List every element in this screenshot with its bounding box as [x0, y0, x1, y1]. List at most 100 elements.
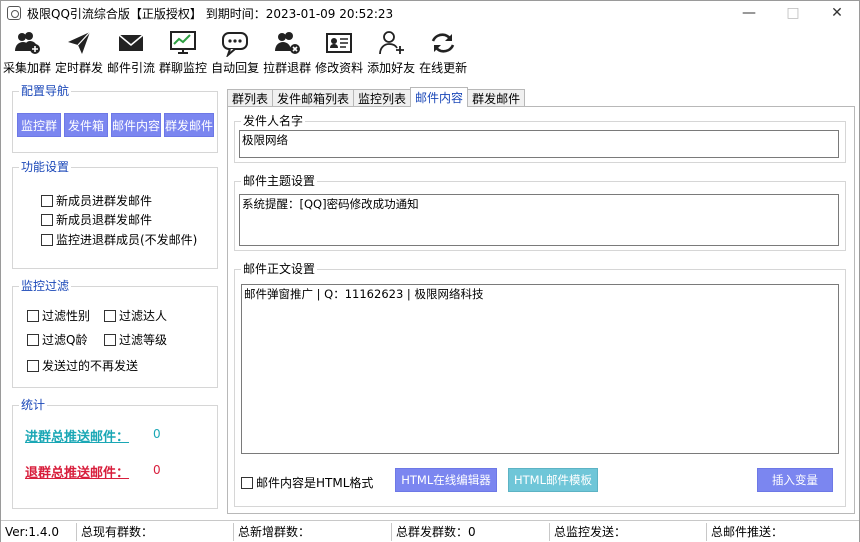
nav-outbox-button[interactable]: 发件箱 [64, 113, 108, 137]
paper-plane-icon [68, 31, 91, 54]
mail-content-panel: 发件人名字 极限网络 邮件主题设置 系统提醒：[QQ]密码修改成功通知 邮件正文… [227, 106, 855, 514]
monitor-members-checkbox[interactable]: 监控进退群成员(不发邮件) [41, 231, 197, 248]
toolbar-mail-drainage-button[interactable]: 邮件引流 [105, 27, 157, 77]
minimize-button[interactable]: — [727, 1, 771, 25]
toolbar-online-update-button[interactable]: 在线更新 [417, 27, 469, 77]
toolbar-label: 添加好友 [367, 61, 416, 75]
group-title: 邮件正文设置 [241, 262, 318, 276]
nav-group-mail-button[interactable]: 群发邮件 [164, 113, 214, 137]
checkbox-box[interactable] [41, 233, 53, 246]
title-bar: 极限QQ引流综合版【正版授权】 到期时间：2023-01-09 20:52:23… [1, 1, 859, 25]
toolbar-scheduled-send-button[interactable]: 定时群发 [53, 27, 105, 77]
toolbar-label: 在线更新 [419, 61, 468, 75]
group-title: 邮件主题设置 [241, 174, 318, 188]
toolbar-label: 邮件引流 [107, 61, 156, 75]
sent-groups-label: 总群发群数：0 [392, 522, 550, 541]
join-push-label: 进群总推送邮件： [25, 430, 130, 445]
toolbar-group-monitor-button[interactable]: 群聊监控 [157, 27, 209, 77]
skip-sent-checkbox[interactable]: 发送过的不再发送 [27, 357, 138, 374]
toolbar-label: 群聊监控 [159, 61, 208, 75]
checkbox-box[interactable] [104, 309, 116, 322]
main-tabs: 群列表 发件邮箱列表 监控列表 邮件内容 群发邮件 [227, 87, 526, 107]
checkbox-label: 过滤性别 [42, 309, 91, 323]
checkbox-label: 邮件内容是HTML格式 [256, 476, 374, 490]
nav-monitor-group-button[interactable]: 监控群 [17, 113, 61, 137]
sender-name-input[interactable]: 极限网络 [239, 130, 839, 158]
app-window: 极限QQ引流综合版【正版授权】 到期时间：2023-01-09 20:52:23… [0, 0, 860, 542]
nav-mail-content-button[interactable]: 邮件内容 [111, 113, 161, 137]
user-add-icon [379, 31, 405, 55]
checkbox-box[interactable] [104, 333, 116, 346]
stats-group: 统计 进群总推送邮件： 0 退群总推送邮件： 0 [12, 398, 218, 509]
sender-name-group: 发件人名字 极限网络 [234, 114, 846, 163]
html-online-editor-button[interactable]: HTML在线编辑器 [395, 468, 497, 492]
mail-body-textarea[interactable]: 邮件弹窗推广 | Q：11162623 | 极限网络科技 [241, 284, 839, 454]
group-title: 统计 [19, 398, 48, 412]
toolbar-edit-profile-button[interactable]: 修改资料 [313, 27, 365, 77]
status-bar: Ver:1.4.0 总现有群数： 总新增群数： 总群发群数：0 总监控发送： 总… [1, 520, 859, 542]
close-button[interactable]: ✕ [815, 1, 859, 25]
leave-push-label: 退群总推送邮件： [25, 466, 130, 481]
maximize-button[interactable]: □ [771, 1, 815, 25]
toolbar-label: 定时群发 [55, 61, 104, 75]
new-member-leave-mail-checkbox[interactable]: 新成员退群发邮件 [41, 211, 152, 228]
users-add-icon [15, 32, 40, 54]
tab-sender-mailbox-list[interactable]: 发件邮箱列表 [272, 89, 355, 107]
window-title: 极限QQ引流综合版【正版授权】 到期时间：2023-01-09 20:52:23 [27, 6, 394, 21]
tab-group-mail[interactable]: 群发邮件 [467, 89, 526, 107]
filter-gender-checkbox[interactable]: 过滤性别 [27, 307, 90, 324]
filter-qq-age-checkbox[interactable]: 过滤Q龄 [27, 331, 87, 348]
checkbox-box[interactable] [241, 476, 253, 489]
monitor-chart-icon [170, 31, 197, 54]
feature-settings-group: 功能设置 新成员进群发邮件 新成员退群发邮件 监控进退群成员(不发邮件) [12, 160, 218, 269]
group-title: 监控过滤 [19, 279, 72, 293]
config-nav-group: 配置导航 监控群 发件箱 邮件内容 群发邮件 [12, 84, 218, 153]
main-toolbar: 采集加群 定时群发 邮件引流 群聊监控 自动回复 拉群退群 修改资料 添加好友 [1, 27, 469, 77]
html-format-checkbox[interactable]: 邮件内容是HTML格式 [241, 474, 373, 491]
toolbar-auto-reply-button[interactable]: 自动回复 [209, 27, 261, 77]
version-label: Ver:1.4.0 [1, 522, 77, 541]
toolbar-label: 采集加群 [3, 61, 52, 75]
checkbox-label: 新成员退群发邮件 [56, 213, 153, 227]
checkbox-label: 新成员进群发邮件 [56, 194, 153, 208]
checkbox-box[interactable] [41, 194, 53, 207]
filter-expert-checkbox[interactable]: 过滤达人 [104, 307, 167, 324]
checkbox-label: 过滤达人 [119, 309, 168, 323]
checkbox-label: 发送过的不再发送 [42, 359, 139, 373]
id-card-icon [326, 33, 353, 53]
tab-group-list[interactable]: 群列表 [227, 89, 274, 107]
new-groups-label: 总新增群数： [234, 522, 392, 541]
tab-monitor-list[interactable]: 监控列表 [353, 89, 412, 107]
group-title: 功能设置 [19, 160, 72, 174]
refresh-icon [431, 33, 455, 53]
checkbox-label: 过滤Q龄 [42, 333, 88, 347]
toolbar-pull-quit-group-button[interactable]: 拉群退群 [261, 27, 313, 77]
toolbar-collect-join-button[interactable]: 采集加群 [1, 27, 53, 77]
window-controls: — □ ✕ [727, 1, 859, 25]
checkbox-box[interactable] [27, 309, 39, 322]
mail-subject-input[interactable]: 系统提醒：[QQ]密码修改成功通知 [239, 194, 839, 246]
insert-variable-button[interactable]: 插入变量 [757, 468, 833, 492]
total-groups-label: 总现有群数： [77, 522, 234, 541]
leave-push-value: 0 [153, 463, 161, 477]
mail-pushed-label: 总邮件推送： [711, 525, 784, 539]
checkbox-box[interactable] [27, 333, 39, 346]
monitor-sent-label: 总监控发送： [550, 522, 707, 541]
group-title: 发件人名字 [241, 114, 306, 128]
toolbar-label: 拉群退群 [263, 61, 312, 75]
mail-subject-group: 邮件主题设置 系统提醒：[QQ]密码修改成功通知 [234, 174, 846, 251]
toolbar-add-friend-button[interactable]: 添加好友 [365, 27, 417, 77]
group-title: 配置导航 [19, 84, 72, 98]
app-logo-icon [7, 6, 21, 20]
chat-bubble-icon [222, 32, 249, 57]
new-member-join-mail-checkbox[interactable]: 新成员进群发邮件 [41, 192, 152, 209]
checkbox-box[interactable] [27, 359, 39, 372]
filter-level-checkbox[interactable]: 过滤等级 [104, 331, 167, 348]
checkbox-box[interactable] [41, 213, 53, 226]
toolbar-label: 自动回复 [211, 61, 260, 75]
tab-mail-content[interactable]: 邮件内容 [410, 87, 469, 107]
join-push-value: 0 [153, 427, 161, 441]
checkbox-label: 过滤等级 [119, 333, 168, 347]
users-remove-icon [275, 32, 301, 54]
html-mail-template-button[interactable]: HTML邮件模板 [508, 468, 598, 492]
